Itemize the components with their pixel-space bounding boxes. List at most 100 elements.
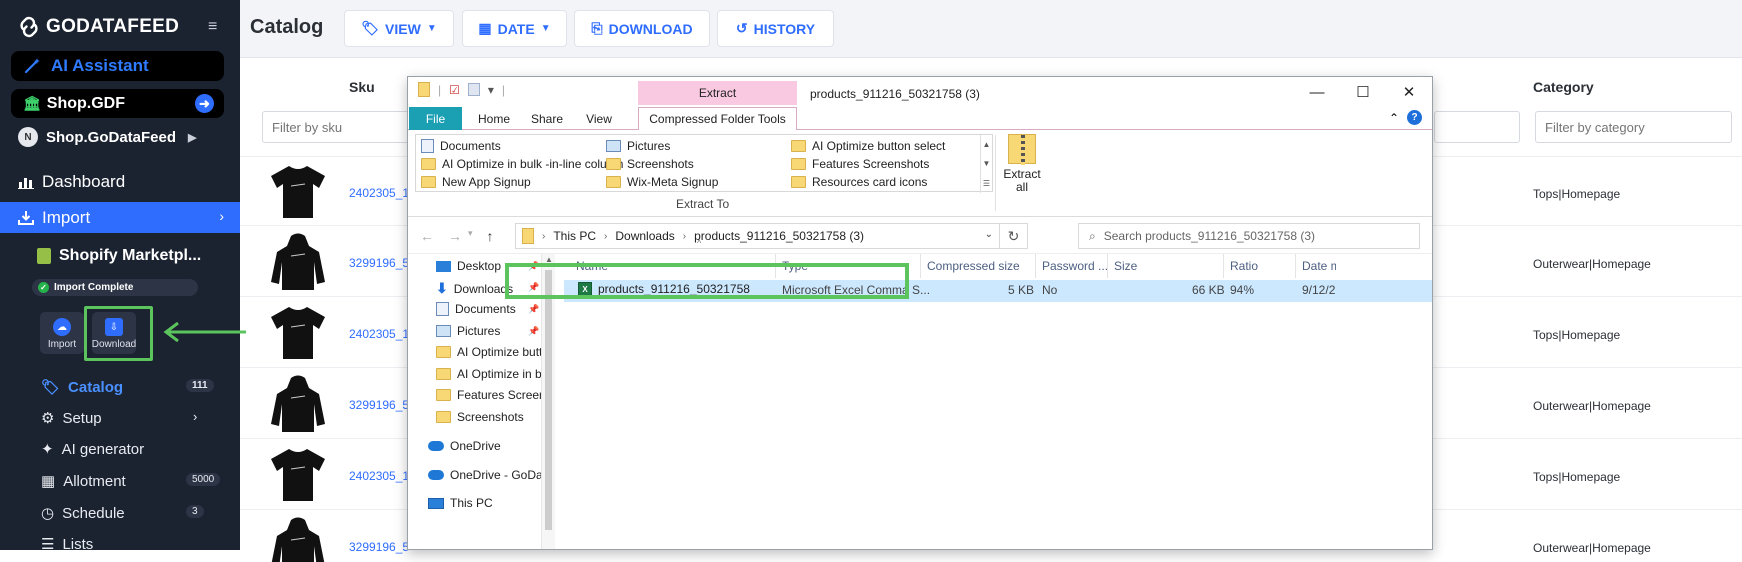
ai-assistant-button[interactable]: AI Assistant	[11, 51, 224, 81]
back-arrow-icon[interactable]: ←	[420, 228, 434, 244]
tab-view[interactable]: View	[574, 107, 624, 130]
folder-icon	[421, 176, 436, 188]
up-arrow-icon[interactable]: ↑	[487, 228, 494, 244]
sku-link[interactable]: 2402305_1	[349, 469, 409, 483]
highlight-box-download	[84, 306, 153, 361]
caret-down-icon[interactable]: ▼	[983, 159, 991, 168]
sku-link[interactable]: 2402305_1	[349, 327, 409, 341]
nav-pane-item[interactable]: AI Optimize in bul	[436, 367, 551, 381]
nav-pane-item[interactable]: Documents	[436, 302, 516, 316]
download-button[interactable]: ⎘ DOWNLOAD	[574, 10, 710, 47]
gallery-item[interactable]: Documents	[421, 139, 501, 153]
caret-up-icon[interactable]: ▲	[983, 140, 991, 149]
nav-dashboard[interactable]: Dashboard	[18, 172, 125, 192]
tab-file[interactable]: File	[409, 107, 462, 130]
tab-compressed-folder-tools[interactable]: Compressed Folder Tools	[638, 107, 797, 130]
zip-folder-icon[interactable]	[418, 82, 430, 97]
shop-gdf-button[interactable]: 🏛 Shop.GDF ➜	[11, 89, 224, 118]
filter-category-input[interactable]	[1535, 111, 1732, 143]
hoodie-image[interactable]	[269, 516, 327, 562]
gallery-item[interactable]: New App Signup	[421, 175, 531, 189]
brand-logo[interactable]: GODATAFEED	[16, 14, 179, 40]
cloud-icon	[428, 441, 444, 451]
gallery-item[interactable]: AI Optimize in bulk -in-line column	[421, 157, 623, 171]
nav-pane-scroll-thumb[interactable]	[545, 270, 552, 530]
account-switcher[interactable]: N Shop.GoDataFeed ▶	[18, 127, 196, 147]
tshirt-image[interactable]	[269, 303, 327, 363]
column-header-category[interactable]: Category	[1533, 79, 1594, 95]
nav-pane-item[interactable]: AI Optimize butto	[436, 345, 549, 359]
column-header-date[interactable]: Date m	[1296, 254, 1336, 278]
history-button[interactable]: ↺ HISTORY	[717, 10, 834, 47]
nav-pane-item[interactable]: Features Screensh	[436, 388, 554, 402]
nav-pane-item[interactable]: ⬇ Downloads	[436, 280, 513, 297]
nav-lists[interactable]: ☰ Lists	[41, 535, 93, 551]
maximize-icon[interactable]: ☐	[1340, 77, 1386, 107]
nav-schedule[interactable]: ◷ Schedule 3	[41, 504, 204, 522]
extract-all-button[interactable]: Extract all	[998, 134, 1046, 194]
breadcrumb-downloads[interactable]: Downloads	[615, 229, 674, 243]
nav-setup[interactable]: ⚙ Setup ›	[41, 409, 197, 427]
chevron-down-icon[interactable]: ⌄	[985, 229, 993, 240]
column-header-size[interactable]: Size	[1108, 254, 1224, 278]
nav-import[interactable]: Import ›	[0, 202, 240, 233]
column-header-ratio[interactable]: Ratio	[1224, 254, 1296, 278]
breadcrumb-this-pc[interactable]: This PC	[553, 229, 596, 243]
hoodie-image[interactable]	[269, 374, 327, 434]
minimize-icon[interactable]: —	[1294, 77, 1340, 107]
tshirt-image[interactable]	[269, 445, 327, 505]
refresh-icon[interactable]: ↻	[1000, 223, 1028, 249]
nav-allotment[interactable]: ▦ Allotment 5000	[41, 472, 221, 490]
nav-pane-item[interactable]: This PC	[428, 496, 493, 510]
sku-link[interactable]: 3299196_5	[349, 398, 409, 412]
nav-pane-item[interactable]: Screenshots	[436, 410, 524, 424]
recent-dropdown-icon[interactable]: ▾	[468, 228, 473, 244]
menu-toggle-icon[interactable]: ≡	[208, 18, 217, 36]
gallery-scroll[interactable]: ▲ ▼ ☰	[980, 135, 992, 193]
gallery-item[interactable]: Resources card icons	[791, 175, 927, 189]
gallery-item[interactable]: Pictures	[606, 139, 670, 153]
collapse-ribbon-icon[interactable]: ⌃	[1389, 111, 1399, 125]
gallery-item[interactable]: Screenshots	[606, 157, 694, 171]
sku-link[interactable]: 3299196_5	[349, 540, 409, 554]
tab-home[interactable]: Home	[468, 107, 520, 130]
pin-icon[interactable]: 📌	[528, 326, 539, 337]
nav-ai-generator[interactable]: ✦ AI generator	[41, 440, 144, 459]
pin-icon[interactable]: 📌	[528, 304, 539, 315]
breadcrumb-current[interactable]: products_911216_50321758 (3)	[694, 229, 864, 243]
nav-import-label: Import	[42, 207, 91, 227]
search-box[interactable]: ⌕ Search products_911216_50321758 (3)	[1078, 223, 1420, 249]
sku-link[interactable]: 2402305_1	[349, 186, 409, 200]
filter-sku-input[interactable]	[262, 111, 412, 143]
nav-pane-item[interactable]: Pictures	[436, 324, 500, 338]
nav-pane-item[interactable]: Desktop	[436, 259, 501, 273]
column-header-password[interactable]: Password ...	[1036, 254, 1108, 278]
customize-dropdown-icon[interactable]: ▾	[488, 83, 494, 97]
properties-icon[interactable]: ☑	[449, 83, 460, 97]
help-icon[interactable]: ?	[1407, 110, 1422, 125]
nav-pane-item[interactable]: OneDrive	[428, 439, 501, 453]
gallery-item[interactable]: AI Optimize button select	[791, 139, 945, 153]
filter-input-partial[interactable]	[1434, 111, 1520, 143]
date-button[interactable]: ▦ DATE ▼	[462, 10, 567, 47]
address-bar[interactable]: › This PC › Downloads › products_911216_…	[515, 223, 1000, 249]
gallery-item[interactable]: Wix-Meta Signup	[606, 175, 718, 189]
tab-share[interactable]: Share	[522, 107, 572, 130]
new-folder-icon[interactable]	[467, 83, 480, 96]
tshirt-image[interactable]	[269, 162, 327, 222]
forward-arrow-icon[interactable]: →	[448, 228, 462, 244]
close-icon[interactable]: ✕	[1386, 77, 1432, 107]
sku-link[interactable]: 3299196_5	[349, 256, 409, 270]
nav-catalog[interactable]: 🏷 Catalog 111	[41, 378, 214, 396]
expand-gallery-icon[interactable]: ☰	[983, 179, 990, 188]
column-header-compressed-size[interactable]: Compressed size	[921, 254, 1036, 278]
hoodie-image[interactable]	[269, 232, 327, 292]
schedule-count-badge: 3	[186, 505, 204, 518]
feed-shopify[interactable]: Shopify Marketpl...	[37, 247, 201, 265]
import-action-button[interactable]: ☁ Import	[40, 312, 84, 354]
extract-context-tab[interactable]: Extract	[638, 81, 797, 105]
column-header-sku[interactable]: Sku	[349, 79, 375, 95]
view-button[interactable]: 🏷 VIEW ▼	[344, 10, 454, 47]
nav-pane-item[interactable]: OneDrive - GoDataF	[428, 468, 554, 482]
gallery-item[interactable]: Features Screenshots	[791, 157, 929, 171]
